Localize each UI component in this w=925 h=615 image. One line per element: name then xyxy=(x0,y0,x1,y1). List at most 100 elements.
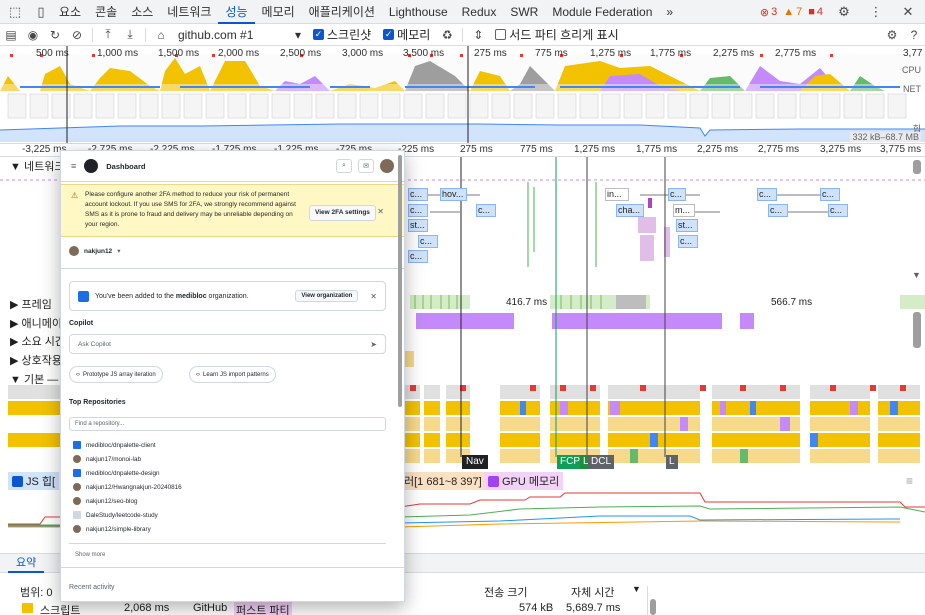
ask-copilot-input[interactable]: Ask Copilot ➤ xyxy=(69,334,386,354)
column-self-time[interactable]: 자체 시간 xyxy=(571,584,615,600)
network-request[interactable]: c... xyxy=(678,235,698,248)
close-icon[interactable]: ✕ xyxy=(370,292,377,301)
third-party-checkbox[interactable]: 서드 파티 흐리게 표시 xyxy=(495,26,619,43)
lcp-marker[interactable]: LCP xyxy=(580,455,588,469)
timeline-overview[interactable]: 500 ms 1,000 ms 1,500 ms 2,000 ms 2,500 … xyxy=(0,46,925,144)
tab-swr[interactable]: SWR xyxy=(503,0,545,24)
network-request[interactable]: c... xyxy=(408,188,428,201)
search-icon[interactable]: ⌕ xyxy=(336,159,352,173)
repo-link[interactable]: DaleStudy/leetcode-study xyxy=(73,511,158,519)
track-interactions[interactable]: ▶ 상호작용 xyxy=(10,352,62,368)
network-request[interactable]: st... xyxy=(408,219,428,232)
network-request[interactable]: m... xyxy=(673,204,695,217)
network-request[interactable]: c... xyxy=(418,235,438,248)
scroll-thumb[interactable] xyxy=(650,599,656,615)
tab-network[interactable]: 네트워크 xyxy=(160,0,218,24)
network-request[interactable]: c... xyxy=(408,250,428,263)
close-devtools-icon[interactable]: ✕ xyxy=(897,1,919,23)
network-request[interactable]: cha... xyxy=(616,204,644,217)
drag-handle-icon[interactable]: ≡ xyxy=(906,474,913,488)
download-icon[interactable]: ⤓ xyxy=(119,25,141,45)
collapse-icon[interactable]: ⇕ xyxy=(467,25,489,45)
inbox-icon[interactable]: ✉ xyxy=(358,159,374,173)
main-scrollbar[interactable] xyxy=(913,312,921,348)
network-request[interactable]: c... xyxy=(820,188,840,201)
recording-select[interactable]: github.com #1 ▾ xyxy=(172,28,307,42)
nodes-legend[interactable]: 러[1 681~8 397] xyxy=(400,472,486,490)
track-timings[interactable]: ▶ 소요 시간 xyxy=(10,333,65,349)
device-toolbar-icon[interactable]: ▯ xyxy=(30,1,52,23)
help-icon[interactable]: ? xyxy=(903,25,925,45)
tab-performance[interactable]: 성능 xyxy=(218,0,255,24)
warning-count[interactable]: ▲ 7 xyxy=(783,6,802,18)
network-request[interactable]: c... xyxy=(476,204,496,217)
capture-settings-icon[interactable]: ⚙ xyxy=(881,25,903,45)
upload-icon[interactable]: ⤒ xyxy=(97,25,119,45)
network-request[interactable]: c... xyxy=(668,188,686,201)
tab-application[interactable]: 애플리케이션 xyxy=(302,0,382,24)
send-icon[interactable]: ➤ xyxy=(370,340,377,349)
github-logo-icon[interactable] xyxy=(84,159,99,173)
home-icon[interactable]: ⌂ xyxy=(150,25,172,45)
network-request[interactable]: st... xyxy=(676,219,698,232)
kebab-menu-icon[interactable]: ⋮ xyxy=(865,1,887,23)
copilot-suggestion-chip[interactable]: ‹› Prototype JS array iteration xyxy=(69,366,163,383)
tab-lighthouse[interactable]: Lighthouse xyxy=(382,0,455,24)
memory-checkbox[interactable]: ✓ 메모리 xyxy=(383,26,430,43)
error-count[interactable]: ⊗ 3 xyxy=(760,6,777,19)
more-tabs-icon[interactable]: » xyxy=(659,0,680,24)
track-network[interactable]: ▼ 네트워크 xyxy=(10,158,64,174)
context-switcher[interactable]: nakjun12 ▾ xyxy=(69,246,120,256)
settings-gear-icon[interactable]: ⚙ xyxy=(833,1,855,23)
issue-count[interactable]: ■ 4 xyxy=(808,6,823,18)
screenshot-checkbox[interactable]: ✓ 스크린샷 xyxy=(313,26,371,43)
network-request[interactable]: c... xyxy=(828,204,848,217)
network-request[interactable]: hov... xyxy=(440,188,467,201)
tab-memory[interactable]: 메모리 xyxy=(255,0,302,24)
repo-link[interactable]: medibloc/dnpalette-design xyxy=(73,469,160,477)
repo-link[interactable]: medibloc/dnpalette-client xyxy=(73,441,156,449)
tab-sources[interactable]: 소스 xyxy=(124,0,160,24)
network-request[interactable]: c... xyxy=(768,204,788,217)
show-more-link[interactable]: Show more xyxy=(75,552,105,558)
view-organization-button[interactable]: View organization xyxy=(295,290,359,302)
close-icon[interactable]: ✕ xyxy=(377,207,384,217)
record-icon[interactable]: ◉ xyxy=(22,25,44,45)
track-main[interactable]: ▼ 기본 — xyxy=(10,371,58,387)
avatar[interactable] xyxy=(380,159,394,173)
repo-link[interactable]: nakjun12/simple-library xyxy=(73,525,151,533)
copilot-suggestion-chip[interactable]: ‹› Learn JS import patterns xyxy=(189,366,276,383)
column-transfer[interactable]: 전송 크기 xyxy=(484,584,528,600)
popup-scrollbar[interactable] xyxy=(398,155,402,407)
garbage-collect-icon[interactable]: ♻ xyxy=(436,25,458,45)
summary-row[interactable]: 스크립트 2,068 ms GitHub 퍼스트 파티 574 kB 5,689… xyxy=(0,600,925,615)
gpu-memory-legend[interactable]: GPU 메모리 xyxy=(484,472,564,490)
vertical-scroll[interactable] xyxy=(647,586,657,615)
load-marker[interactable]: L xyxy=(666,455,678,469)
tab-redux[interactable]: Redux xyxy=(455,0,504,24)
dcl-marker[interactable]: DCL xyxy=(588,455,615,469)
view-2fa-settings-button[interactable]: View 2FA settings xyxy=(309,205,376,221)
network-scrollbar[interactable] xyxy=(913,160,921,174)
scroll-down-icon[interactable]: ▼ xyxy=(912,270,921,280)
inspect-icon[interactable]: ⬚ xyxy=(4,1,26,23)
repo-link[interactable]: nakjun17/monoi-lab xyxy=(73,455,141,463)
nav-marker[interactable]: Nav xyxy=(462,455,488,469)
repo-link[interactable]: nakjun12/seo-blog xyxy=(73,497,137,505)
js-heap-legend[interactable]: JS 힙[ xyxy=(8,472,60,490)
tab-module-federation[interactable]: Module Federation xyxy=(545,0,659,24)
track-frames[interactable]: ▶ 프레임 xyxy=(10,296,52,312)
tab-console[interactable]: 콘솔 xyxy=(88,0,124,24)
clear-icon[interactable]: ⊘ xyxy=(66,25,88,45)
reload-record-icon[interactable]: ↻ xyxy=(44,25,66,45)
sort-down-icon[interactable]: ▼ xyxy=(632,584,641,594)
hamburger-icon[interactable]: ≡ xyxy=(71,161,76,171)
tab-summary[interactable]: 요약 xyxy=(8,554,45,573)
network-request[interactable]: in... xyxy=(605,188,629,201)
network-request[interactable]: c... xyxy=(757,188,777,201)
network-request[interactable]: c... xyxy=(408,204,428,217)
find-repository-input[interactable]: Find a repository... xyxy=(69,417,386,431)
sidebar-toggle-icon[interactable]: ▤ xyxy=(0,25,22,45)
tab-elements[interactable]: 요소 xyxy=(52,0,88,24)
repo-link[interactable]: nakjun12/Hwangnakjun-20240816 xyxy=(73,483,182,491)
